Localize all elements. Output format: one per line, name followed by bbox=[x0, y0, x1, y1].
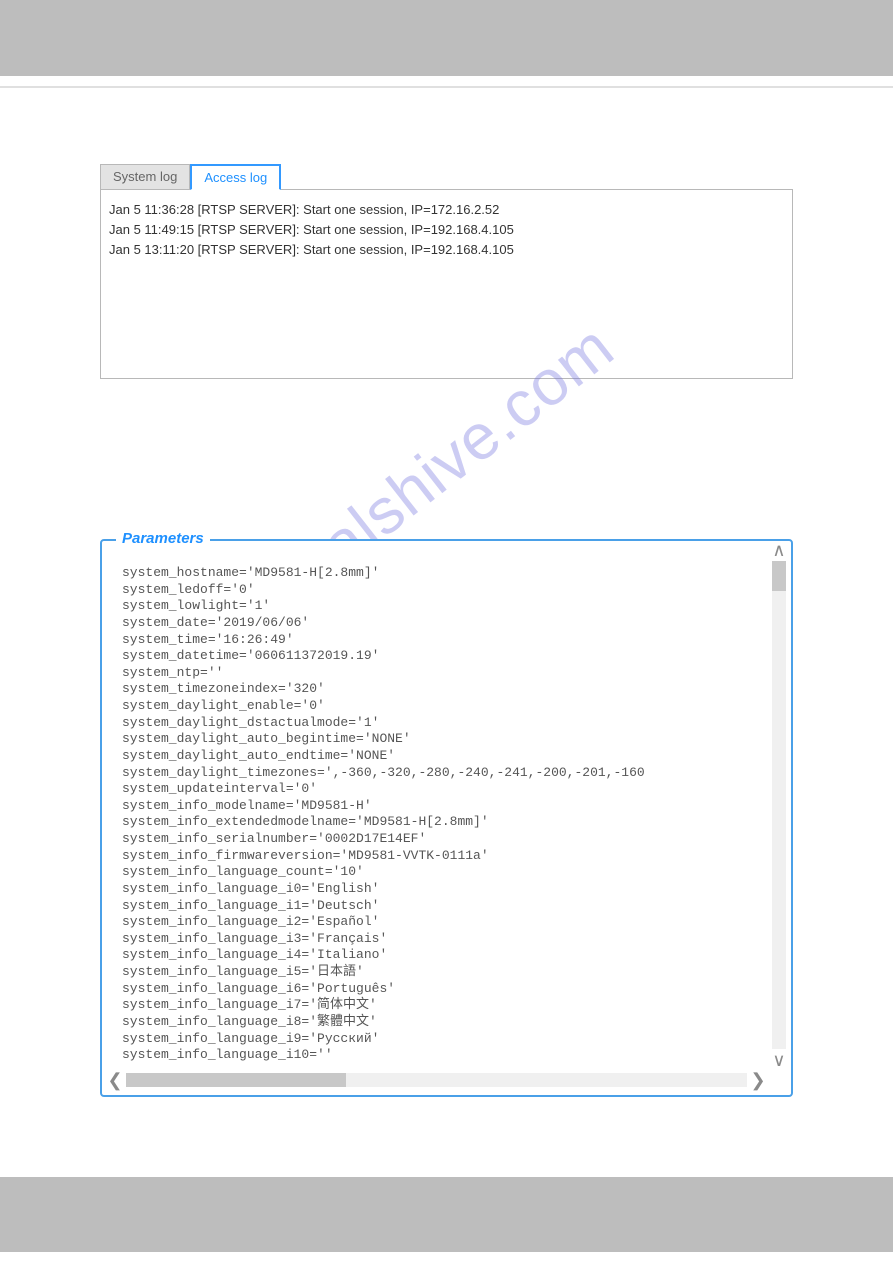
parameters-legend: Parameters bbox=[116, 530, 210, 547]
scroll-down-icon[interactable]: ∨ bbox=[770, 1051, 788, 1069]
scroll-left-icon[interactable]: ❮ bbox=[106, 1071, 124, 1089]
log-panel: Jan 5 11:36:28 [RTSP SERVER]: Start one … bbox=[100, 189, 793, 379]
horizontal-scroll-track[interactable] bbox=[126, 1073, 747, 1087]
horizontal-scroll-thumb[interactable] bbox=[126, 1073, 346, 1087]
vertical-scroll-thumb[interactable] bbox=[772, 561, 786, 591]
parameters-panel: Parameters system_hostname='MD9581-H[2.8… bbox=[100, 539, 793, 1097]
vertical-scrollbar[interactable]: ∧ ∨ bbox=[769, 541, 789, 1069]
vertical-scroll-track[interactable] bbox=[772, 561, 786, 1049]
tab-access-log[interactable]: Access log bbox=[190, 164, 281, 190]
footer-bar bbox=[0, 1177, 893, 1252]
parameters-textarea[interactable]: system_hostname='MD9581-H[2.8mm]' system… bbox=[108, 559, 785, 1089]
tab-strip: System log Access log bbox=[100, 163, 793, 189]
log-entry: Jan 5 13:11:20 [RTSP SERVER]: Start one … bbox=[109, 240, 784, 260]
header-bar bbox=[0, 0, 893, 76]
scroll-right-icon[interactable]: ❯ bbox=[749, 1071, 767, 1089]
log-entry: Jan 5 11:36:28 [RTSP SERVER]: Start one … bbox=[109, 200, 784, 220]
log-entry: Jan 5 11:49:15 [RTSP SERVER]: Start one … bbox=[109, 220, 784, 240]
horizontal-scrollbar[interactable]: ❮ ❯ bbox=[106, 1069, 767, 1091]
tab-system-log[interactable]: System log bbox=[100, 164, 190, 190]
scroll-up-icon[interactable]: ∧ bbox=[770, 541, 788, 559]
